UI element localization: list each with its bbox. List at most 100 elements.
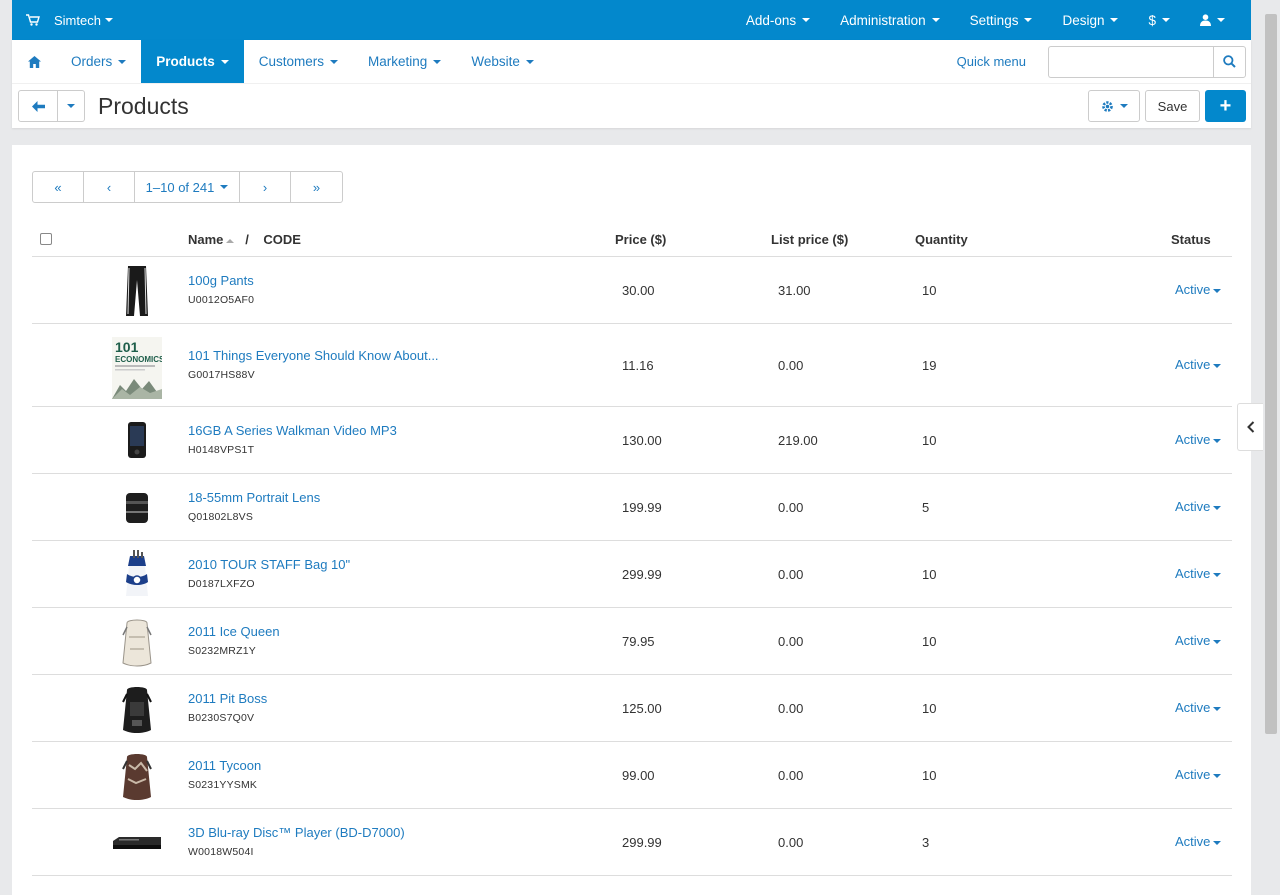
menu-currency[interactable]: $: [1133, 0, 1185, 40]
status-dropdown[interactable]: Active: [1175, 834, 1222, 849]
product-name-link[interactable]: 16GB A Series Walkman Video MP3: [188, 423, 397, 438]
add-product-button[interactable]: +: [1205, 90, 1246, 122]
status-dropdown[interactable]: Active: [1175, 700, 1222, 715]
quick-menu-link[interactable]: Quick menu: [957, 40, 1048, 83]
product-list-price[interactable]: 0.00: [778, 567, 803, 582]
settings-dropdown-button[interactable]: [1088, 90, 1140, 122]
product-name-link[interactable]: 3D Blu-ray Disc™ Player (BD-D7000): [188, 825, 405, 840]
header-quantity[interactable]: Quantity: [915, 232, 968, 247]
status-dropdown[interactable]: Active: [1175, 282, 1222, 297]
product-name-link[interactable]: 2011 Ice Queen: [188, 624, 280, 639]
product-quantity[interactable]: 5: [922, 500, 929, 515]
header-name-sort[interactable]: Name / CODE: [188, 232, 301, 247]
product-quantity[interactable]: 10: [922, 768, 936, 783]
menu-design[interactable]: Design: [1047, 0, 1133, 40]
product-price[interactable]: 79.95: [622, 634, 655, 649]
page-range-dropdown[interactable]: 1–10 of 241: [135, 172, 240, 202]
menu-user[interactable]: [1185, 0, 1251, 40]
tab-customers-label: Customers: [258, 54, 325, 69]
product-quantity[interactable]: 10: [922, 567, 936, 582]
chevron-down-icon: [1110, 18, 1119, 22]
status-dropdown[interactable]: Active: [1175, 432, 1222, 447]
sidebar-toggle-button[interactable]: [1237, 403, 1264, 451]
search-input[interactable]: [1048, 45, 1213, 78]
scrollbar-thumb[interactable]: [1265, 14, 1277, 734]
product-quantity[interactable]: 10: [922, 433, 936, 448]
product-quantity[interactable]: 10: [922, 283, 936, 298]
tab-orders[interactable]: Orders: [56, 40, 141, 83]
status-dropdown[interactable]: Active: [1175, 633, 1222, 648]
tab-customers[interactable]: Customers: [244, 40, 353, 83]
product-list-price[interactable]: 0.00: [778, 500, 803, 515]
last-page-button[interactable]: »: [291, 172, 342, 202]
product-price[interactable]: 299.99: [622, 835, 662, 850]
status-label: Active: [1175, 499, 1211, 514]
product-name-link[interactable]: 2010 TOUR STAFF Bag 10": [188, 557, 350, 572]
product-name-link[interactable]: 100g Pants: [188, 273, 254, 288]
status-dropdown[interactable]: Active: [1175, 357, 1222, 372]
page-scrollbar[interactable]: [1263, 0, 1280, 895]
chevron-down-icon: [525, 59, 534, 64]
product-price[interactable]: 125.00: [622, 701, 662, 716]
status-dropdown[interactable]: Active: [1175, 767, 1222, 782]
header-code[interactable]: CODE: [263, 232, 301, 247]
page-title: Products: [98, 92, 189, 119]
table-row: 2011 Pit Boss B0230S7Q0V 125.00 0.00 10 …: [32, 675, 1232, 742]
product-quantity[interactable]: 10: [922, 634, 936, 649]
prev-page-button[interactable]: ‹: [84, 172, 135, 202]
product-price[interactable]: 99.00: [622, 768, 655, 783]
product-name-link[interactable]: 2011 Tycoon: [188, 758, 261, 773]
product-name-link[interactable]: 101 Things Everyone Should Know About...: [188, 348, 439, 363]
status-dropdown[interactable]: Active: [1175, 499, 1222, 514]
back-dropdown-button[interactable]: [58, 90, 85, 122]
main-nav: Orders Products Customers Marketing Webs…: [12, 40, 1251, 84]
product-quantity[interactable]: 10: [922, 701, 936, 716]
chevron-down-icon: [1213, 288, 1222, 293]
first-page-button[interactable]: «: [33, 172, 84, 202]
product-code: Q01802L8VS: [188, 511, 254, 523]
book-cover-word: ECONOMICS: [115, 355, 162, 364]
chevron-down-icon: [1119, 104, 1128, 108]
product-list-price[interactable]: 219.00: [778, 433, 818, 448]
product-name-link[interactable]: 18-55mm Portrait Lens: [188, 490, 320, 505]
product-list-price[interactable]: 0.00: [778, 701, 803, 716]
tab-marketing[interactable]: Marketing: [353, 40, 456, 83]
tab-products[interactable]: Products: [141, 40, 244, 83]
table-row: 2011 Tycoon S0231YYSMK 99.00 0.00 10 Act…: [32, 742, 1232, 809]
header-status[interactable]: Status: [1171, 232, 1211, 247]
product-list-price[interactable]: 0.00: [778, 835, 803, 850]
search-button[interactable]: [1213, 45, 1246, 78]
backpack-brown-icon: [112, 750, 162, 802]
product-price[interactable]: 30.00: [622, 283, 655, 298]
product-quantity[interactable]: 19: [922, 358, 936, 373]
chevron-down-icon: [1213, 773, 1222, 778]
product-list-price[interactable]: 0.00: [778, 768, 803, 783]
product-price[interactable]: 199.99: [622, 500, 662, 515]
header-list-price[interactable]: List price ($): [771, 232, 848, 247]
save-button[interactable]: Save: [1145, 90, 1200, 122]
product-name-link[interactable]: 2011 Pit Boss: [188, 691, 267, 706]
product-price[interactable]: 130.00: [622, 433, 662, 448]
product-price[interactable]: 299.99: [622, 567, 662, 582]
tab-website[interactable]: Website: [456, 40, 549, 83]
product-price[interactable]: 11.16: [622, 358, 654, 373]
product-list-price[interactable]: 0.00: [778, 358, 803, 373]
status-dropdown[interactable]: Active: [1175, 566, 1222, 581]
chevron-down-icon: [1162, 18, 1170, 22]
backpack-light-icon: [112, 616, 162, 668]
next-page-button[interactable]: ›: [240, 172, 291, 202]
select-all-checkbox[interactable]: [40, 233, 52, 245]
chevron-down-icon: [1213, 505, 1222, 510]
back-button[interactable]: [18, 90, 58, 122]
menu-settings-label: Settings: [969, 12, 1019, 28]
menu-settings[interactable]: Settings: [955, 0, 1048, 40]
product-list-price[interactable]: 0.00: [778, 634, 803, 649]
home-link[interactable]: [12, 40, 56, 83]
menu-administration[interactable]: Administration: [825, 0, 955, 40]
product-quantity[interactable]: 3: [922, 835, 929, 850]
store-switcher[interactable]: Simtech: [12, 13, 113, 28]
product-code: G0017HS88V: [188, 369, 255, 381]
menu-addons[interactable]: Add-ons: [731, 0, 825, 40]
header-price[interactable]: Price ($): [615, 232, 666, 247]
product-list-price[interactable]: 31.00: [778, 283, 811, 298]
